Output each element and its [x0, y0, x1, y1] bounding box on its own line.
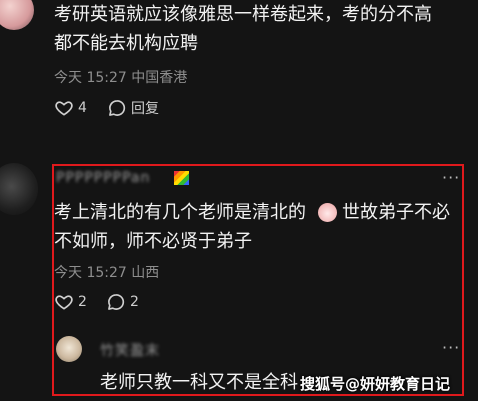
comment-bubble-icon [107, 98, 127, 118]
avatar-user-1[interactable] [0, 0, 34, 30]
heart-icon [54, 98, 74, 118]
highlight-box [52, 164, 464, 396]
like-button[interactable]: 4 [54, 98, 87, 118]
avatar-user-2[interactable] [0, 163, 38, 215]
comment-text-line2: 都不能去机构应聘 [54, 33, 198, 54]
like-count: 4 [78, 100, 87, 116]
reply-label: 回复 [131, 101, 159, 117]
comment-meta: 今天 15:27 中国香港 [54, 70, 188, 86]
reply-button[interactable]: 回复 [107, 98, 159, 118]
comment-text-line1: 考研英语就应该像雅思一样卷起来，考的分不高 [54, 4, 432, 25]
watermark: 搜狐号@妍妍教育日记 [300, 375, 451, 393]
